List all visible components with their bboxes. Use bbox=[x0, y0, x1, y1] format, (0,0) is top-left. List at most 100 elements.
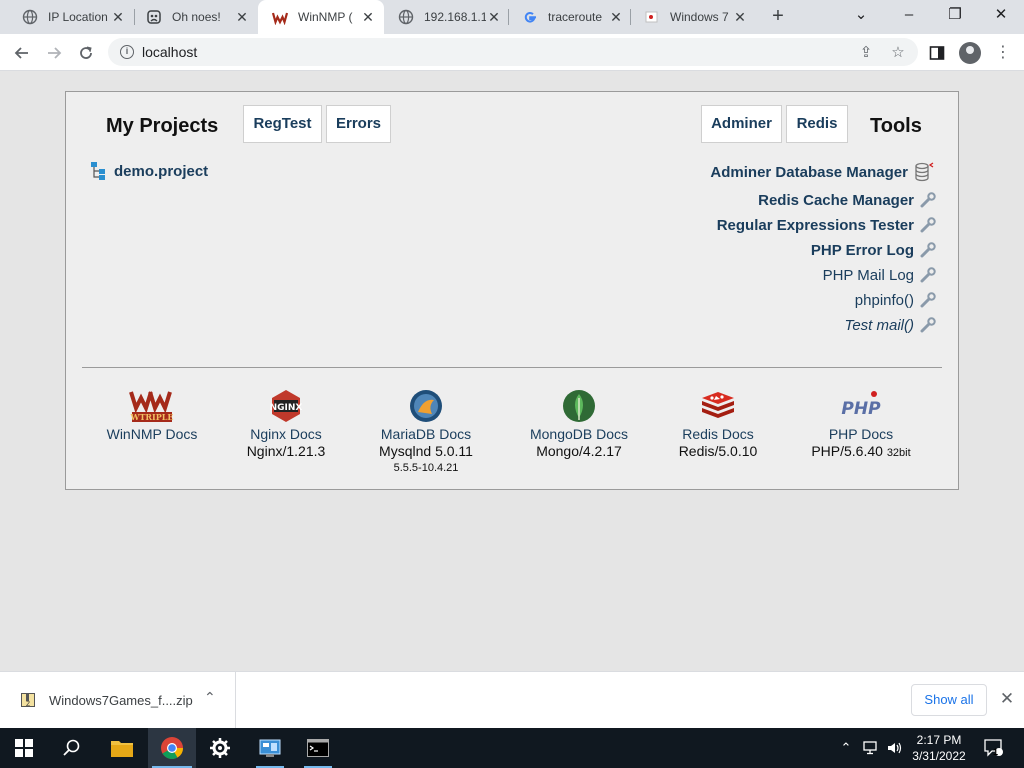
php-docs-link[interactable]: PHP Docs bbox=[786, 426, 936, 443]
taskbar-file-explorer[interactable] bbox=[98, 728, 146, 768]
tray-overflow-chevron-icon[interactable]: ⌃ bbox=[838, 728, 854, 768]
tab-search-button[interactable]: ⌄ bbox=[838, 0, 884, 30]
wrench-icon bbox=[920, 267, 936, 283]
svg-text:PHP: PHP bbox=[841, 399, 881, 419]
share-icon[interactable]: ⇪ bbox=[856, 43, 876, 63]
project-name[interactable]: demo.project bbox=[114, 163, 208, 180]
wrench-icon bbox=[920, 242, 936, 258]
tool-label[interactable]: PHP Mail Log bbox=[823, 267, 914, 284]
tab-windows-games[interactable]: Windows 7 ✕ bbox=[630, 0, 756, 34]
notification-count: 1 bbox=[993, 747, 999, 757]
bookmark-star-icon[interactable]: ☆ bbox=[888, 43, 908, 63]
google-icon bbox=[524, 11, 536, 23]
errors-button[interactable]: Errors bbox=[326, 105, 391, 143]
winnmp-panel: My Projects RegTest Errors Adminer Redis… bbox=[65, 91, 959, 490]
volume-icon[interactable] bbox=[884, 728, 906, 768]
back-arrow-icon bbox=[14, 47, 28, 59]
tab-winnmp[interactable]: WinNMP ( ✕ bbox=[258, 0, 384, 34]
tool-test-mail[interactable]: Test mail() bbox=[845, 314, 936, 336]
mongodb-docs-link[interactable]: MongoDB Docs bbox=[504, 426, 654, 443]
minimize-button[interactable]: – bbox=[886, 0, 932, 30]
side-panel-icon[interactable] bbox=[926, 42, 948, 64]
tool-label[interactable]: Redis Cache Manager bbox=[758, 192, 914, 209]
address-bar[interactable]: i localhost ⇪ ☆ bbox=[108, 38, 918, 66]
reload-icon bbox=[80, 46, 92, 59]
site-info-icon[interactable]: i bbox=[120, 45, 134, 59]
tool-label[interactable]: phpinfo() bbox=[855, 292, 914, 309]
start-button[interactable] bbox=[0, 728, 48, 768]
tool-redis-cache-manager[interactable]: Redis Cache Manager bbox=[758, 189, 936, 211]
mariadb-version: Mysqlnd 5.0.11 bbox=[379, 443, 473, 459]
show-all-button[interactable]: Show all bbox=[911, 684, 987, 716]
redis-docs-link[interactable]: Redis Docs bbox=[643, 426, 793, 443]
system-clock[interactable]: 2:17 PM 3/31/2022 bbox=[906, 732, 972, 764]
taskbar-cmd[interactable] bbox=[294, 728, 342, 768]
address-text[interactable]: localhost bbox=[142, 44, 197, 60]
globe-icon bbox=[22, 9, 38, 25]
tool-php-mail-log[interactable]: PHP Mail Log bbox=[823, 264, 936, 286]
tool-label[interactable]: Test mail() bbox=[845, 317, 914, 334]
tool-adminer-db-manager[interactable]: Adminer Database Manager bbox=[710, 161, 936, 183]
close-download-bar-icon[interactable]: ✕ bbox=[997, 689, 1017, 709]
taskbar-control-panel[interactable] bbox=[246, 728, 294, 768]
profile-avatar[interactable] bbox=[959, 42, 981, 64]
tab-traceroute[interactable]: traceroute ✕ bbox=[508, 0, 632, 34]
tab-oh-noes[interactable]: Oh noes! ✕ bbox=[132, 0, 258, 34]
tab-label: IP Location bbox=[48, 10, 108, 24]
chrome-icon bbox=[161, 737, 183, 759]
close-icon[interactable]: ✕ bbox=[110, 9, 126, 25]
section-divider bbox=[82, 367, 942, 368]
tab-strip: IP Location ✕ Oh noes! ✕ WinNMP ( ✕ 192.… bbox=[0, 0, 1024, 34]
close-icon[interactable]: ✕ bbox=[486, 9, 502, 25]
mariadb-logo bbox=[410, 390, 442, 422]
close-icon[interactable]: ✕ bbox=[608, 9, 624, 25]
network-icon[interactable] bbox=[860, 728, 882, 768]
tab-label: traceroute bbox=[548, 10, 603, 24]
oh-noes-icon bbox=[147, 10, 161, 24]
tool-label[interactable]: Regular Expressions Tester bbox=[717, 217, 914, 234]
download-filename[interactable]: Windows7Games_f....zip bbox=[49, 693, 193, 708]
tool-label[interactable]: PHP Error Log bbox=[811, 242, 914, 259]
close-icon[interactable]: ✕ bbox=[732, 9, 748, 25]
mariadb-docs-link[interactable]: MariaDB Docs bbox=[351, 426, 501, 443]
search-button[interactable] bbox=[48, 728, 96, 768]
tool-php-error-log[interactable]: PHP Error Log bbox=[811, 239, 936, 261]
download-item[interactable]: Z Windows7Games_f....zip ⌃ bbox=[0, 672, 236, 728]
tab-ip-location[interactable]: IP Location ✕ bbox=[8, 0, 134, 34]
redis-button[interactable]: Redis bbox=[786, 105, 848, 143]
windows-taskbar: ⌃ 2:17 PM 3/31/2022 1 bbox=[0, 728, 1024, 768]
project-item[interactable]: demo.project bbox=[90, 161, 208, 181]
regtest-button[interactable]: RegTest bbox=[243, 105, 322, 143]
chevron-up-icon[interactable]: ⌃ bbox=[204, 689, 216, 706]
redis-logo bbox=[702, 392, 734, 418]
wrench-icon bbox=[920, 217, 936, 233]
taskbar-chrome[interactable] bbox=[148, 728, 196, 768]
download-bar: Z Windows7Games_f....zip ⌃ Show all ✕ bbox=[0, 671, 1024, 728]
adminer-button[interactable]: Adminer bbox=[701, 105, 782, 143]
restore-button[interactable]: ❐ bbox=[932, 0, 978, 30]
tool-label[interactable]: Adminer Database Manager bbox=[710, 164, 908, 181]
back-button[interactable] bbox=[8, 39, 36, 67]
reload-button[interactable] bbox=[72, 39, 100, 67]
globe-icon bbox=[398, 9, 414, 25]
taskbar-settings[interactable] bbox=[196, 728, 244, 768]
winnmp-docs-link[interactable]: WinNMP Docs bbox=[77, 426, 227, 443]
redis-version: Redis/5.0.10 bbox=[678, 443, 758, 459]
svg-text:Z: Z bbox=[26, 701, 30, 708]
nginx-docs-link[interactable]: Nginx Docs bbox=[211, 426, 361, 443]
notification-center-icon[interactable]: 1 bbox=[980, 728, 1008, 768]
my-projects-title: My Projects bbox=[106, 115, 219, 137]
close-window-button[interactable]: ✕ bbox=[978, 0, 1024, 30]
close-icon[interactable]: ✕ bbox=[360, 9, 376, 25]
close-icon[interactable]: ✕ bbox=[234, 9, 250, 25]
nginx-version: Nginx/1.21.3 bbox=[246, 443, 326, 459]
new-tab-button[interactable]: + bbox=[766, 5, 790, 29]
menu-kebab-icon[interactable]: ⋮ bbox=[992, 42, 1014, 64]
tab-label: Windows 7 bbox=[670, 10, 729, 24]
doc-nginx: NGINX Nginx Docs Nginx/1.21.3 bbox=[211, 388, 361, 460]
tool-regex-tester[interactable]: Regular Expressions Tester bbox=[717, 214, 936, 236]
tab-label: 192.168.1.1 bbox=[424, 10, 486, 24]
tool-phpinfo[interactable]: phpinfo() bbox=[855, 289, 936, 311]
forward-button[interactable] bbox=[40, 39, 68, 67]
tab-router[interactable]: 192.168.1.1 ✕ bbox=[384, 0, 510, 34]
